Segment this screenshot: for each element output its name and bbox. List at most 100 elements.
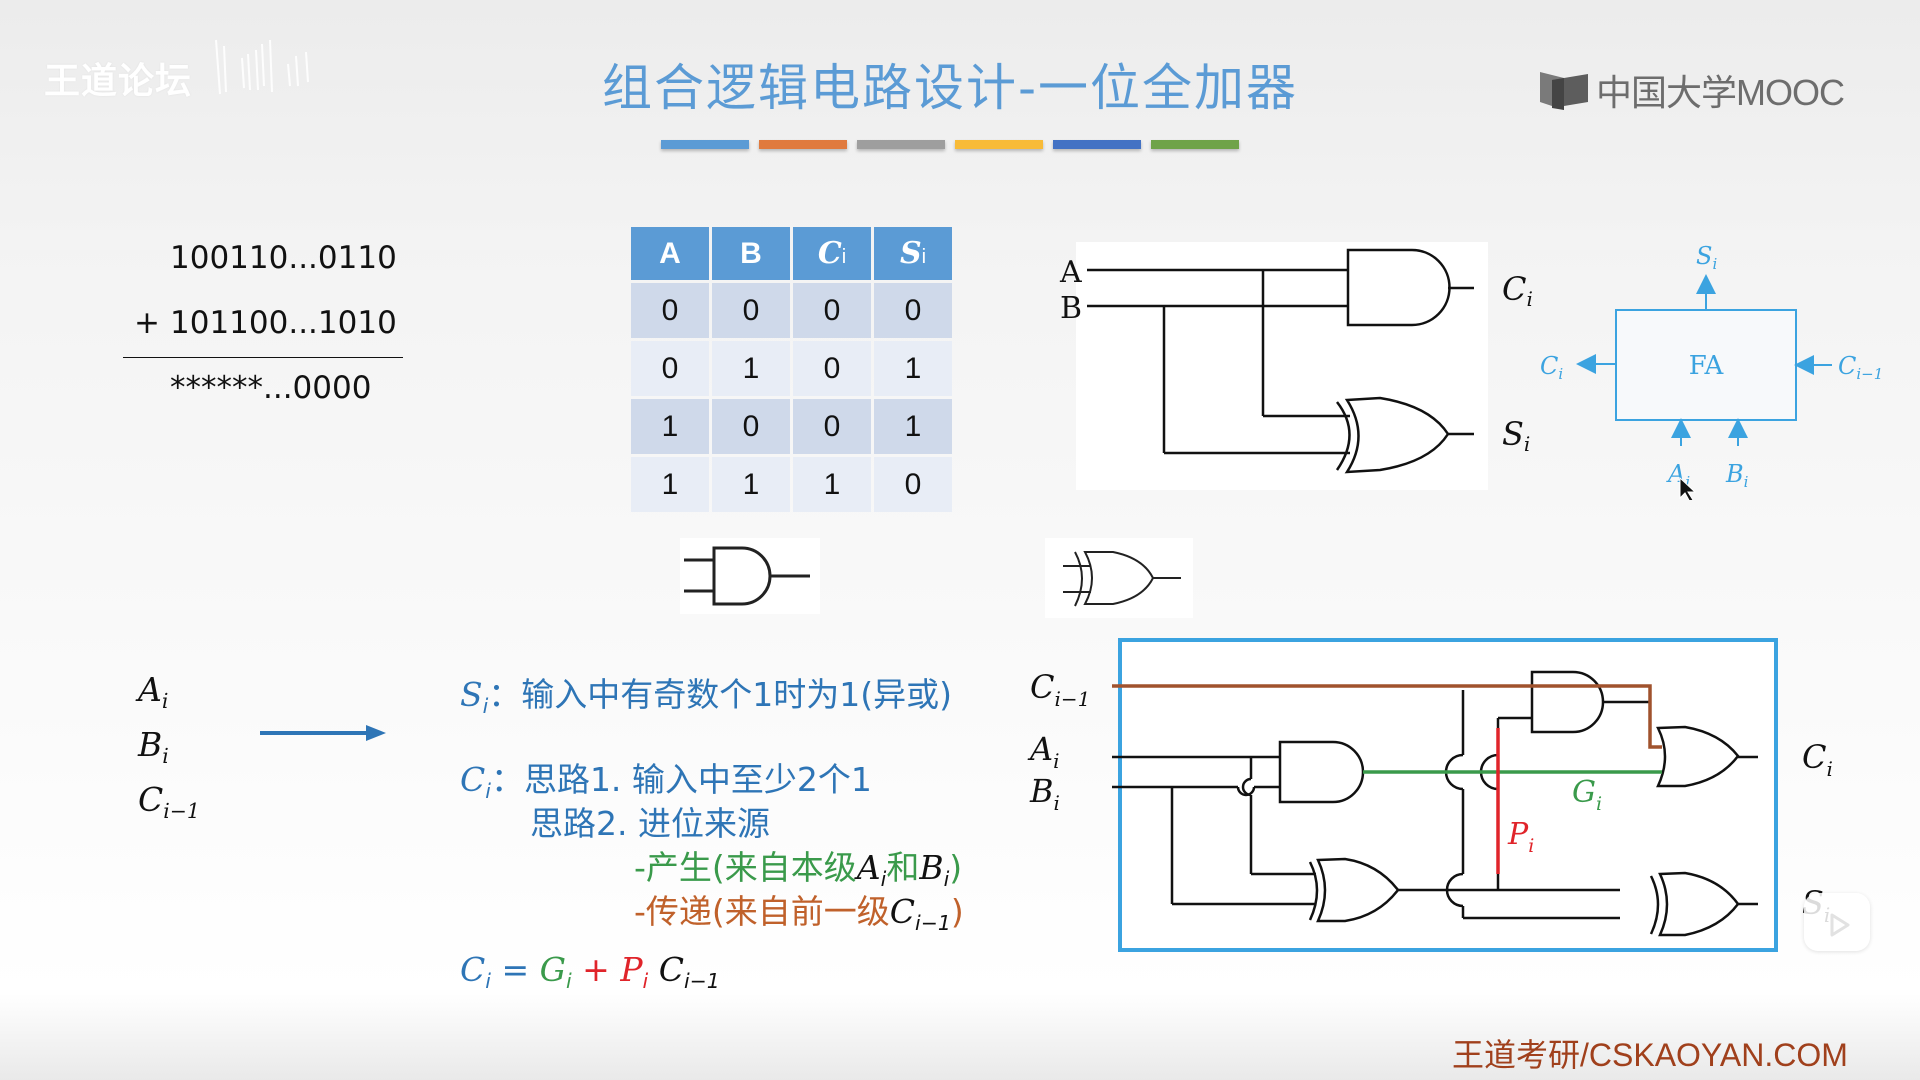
title-color-bar xyxy=(1151,140,1239,149)
sum-rule-s-main: S xyxy=(460,675,483,714)
formula-c-sub: i−1 xyxy=(683,969,720,994)
truth-table-cell: 0 xyxy=(793,341,871,396)
carry-generate: -产生(来自本级Ai和Bi) xyxy=(634,841,962,891)
full-adder-circuit: Ci−1 Ai Bi Ci Si Gi Pi xyxy=(1027,638,1833,952)
circuit-label-ai: Ai xyxy=(1027,730,1060,773)
circuit-bi-main: B xyxy=(1029,772,1054,810)
fa-label: FA xyxy=(1689,351,1725,381)
fa-si-main: S xyxy=(1696,242,1712,270)
title-color-bar xyxy=(759,140,847,149)
circuit-bi-sub: i xyxy=(1054,791,1060,815)
header-si-main: S xyxy=(899,236,922,271)
play-icon xyxy=(1824,895,1852,937)
circuit-gi-main: G xyxy=(1572,775,1596,810)
input-bi: Bi xyxy=(138,725,169,769)
header-ci-sub: i xyxy=(841,246,847,268)
generate-a-main: A xyxy=(856,848,881,887)
circuit-ci-sub: i xyxy=(1826,757,1832,781)
input-ai: Ai xyxy=(138,670,169,714)
header-ci-main: C xyxy=(817,236,842,271)
half-adder-label-a: A xyxy=(1059,255,1082,290)
truth-table-cell: 1 xyxy=(712,341,790,396)
title-color-bar xyxy=(661,140,749,149)
header-b: B xyxy=(712,227,790,280)
fa-ci-sub: i xyxy=(1558,365,1563,383)
truth-table-row: 1110 xyxy=(631,457,952,512)
fa-block-diagram: FA Si Ci Ci−1 Ai Bi xyxy=(1540,242,1883,500)
input-ci-1: Ci−1 xyxy=(138,780,200,824)
formula-c-main: C xyxy=(658,950,684,989)
truth-table-cell: 0 xyxy=(712,283,790,338)
fa-bi-sub: i xyxy=(1744,473,1749,491)
truth-table-cell: 0 xyxy=(874,283,952,338)
truth-table-cell: 0 xyxy=(793,399,871,454)
fa-si-sub: i xyxy=(1712,255,1717,273)
truth-table-row: 0000 xyxy=(631,283,952,338)
truth-table: A B Ci Si 0000010110011110 xyxy=(628,224,955,515)
formula-g-sub: i xyxy=(565,969,572,994)
formula-plus: + xyxy=(582,950,610,989)
truth-table-cell: 1 xyxy=(793,457,871,512)
title-color-bar xyxy=(955,140,1043,149)
inputs-list: Ai Bi Ci−1 xyxy=(138,668,200,833)
header-si: Si xyxy=(874,227,952,280)
xor-gate-sample xyxy=(1045,538,1193,618)
fa-ci-label: Ci xyxy=(1540,352,1563,383)
title-color-bar xyxy=(1053,140,1141,149)
carry-rule-text1: ：思路1. 输入中至少2个1 xyxy=(490,760,872,799)
propagate-c-sub: i−1 xyxy=(915,911,951,936)
header-a: A xyxy=(631,227,709,280)
truth-table-cell: 1 xyxy=(631,457,709,512)
fa-ci-main: C xyxy=(1540,352,1558,380)
carry-propagate: -传递(来自前一级Ci−1) xyxy=(634,885,964,935)
truth-table-row: 1001 xyxy=(631,399,952,454)
circuit-ai-main: A xyxy=(1027,730,1053,768)
truth-table-cell: 0 xyxy=(631,341,709,396)
circuit-ai-sub: i xyxy=(1053,749,1059,773)
carry-formula: Ci = Gi + Pi Ci−1 xyxy=(460,950,720,993)
fa-si-label: Si xyxy=(1696,242,1717,273)
addition-operator: + xyxy=(134,305,160,341)
formula-p-sub: i xyxy=(642,969,649,994)
circuit-label-ci-1: Ci−1 xyxy=(1030,668,1090,711)
header-b-text: B xyxy=(740,236,762,270)
title-color-bars xyxy=(661,140,1239,149)
header-a-text: A xyxy=(659,236,681,270)
and-gate-sample xyxy=(680,538,820,614)
propagate-c-main: C xyxy=(889,892,916,931)
truth-table-cell: 1 xyxy=(874,399,952,454)
generate-b-main: B xyxy=(919,848,944,887)
formula-p-main: P xyxy=(620,950,643,989)
addition-operand1: 100110...0110 xyxy=(170,240,397,276)
header-si-sub: i xyxy=(921,246,927,268)
formula-g-main: G xyxy=(539,950,566,989)
addition-operand2: 101100...1010 xyxy=(170,305,397,341)
fa-ci-1-sub: i−1 xyxy=(1856,365,1883,383)
circuit-pi-main: P xyxy=(1507,817,1529,852)
carry-rule-2: 思路2. 进位来源 xyxy=(530,804,770,843)
circuit-ci-1-sub: i−1 xyxy=(1054,687,1090,711)
formula-eq: = xyxy=(501,950,530,989)
circuit-pi-sub: i xyxy=(1528,835,1534,857)
mooc-logo-text: 中国大学MOOC xyxy=(1596,72,1845,113)
fa-bi-main: B xyxy=(1725,460,1744,488)
truth-table-cell: 0 xyxy=(793,283,871,338)
circuit-label-ci: Ci xyxy=(1802,738,1833,781)
formula-lhs-sub: i xyxy=(485,969,491,994)
truth-table-header-row: A B Ci Si xyxy=(631,227,952,280)
truth-table-cell: 1 xyxy=(712,457,790,512)
sum-rule: Si：输入中有奇数个1时为1(异或) xyxy=(460,668,952,718)
circuit-gi-sub: i xyxy=(1596,793,1602,815)
and-gate-icon xyxy=(1346,248,1451,327)
fa-bi-label: Bi xyxy=(1725,460,1749,491)
title-color-bar xyxy=(857,140,945,149)
sum-rule-text: ：输入中有奇数个1时为1(异或) xyxy=(488,675,953,714)
truth-table-row: 0101 xyxy=(631,341,952,396)
truth-table-cell: 0 xyxy=(874,457,952,512)
propagate-suffix: ) xyxy=(950,892,964,931)
and-gate-carry-icon xyxy=(1530,670,1605,734)
truth-table-cell: 0 xyxy=(631,283,709,338)
half-adder-label-b: B xyxy=(1060,291,1082,326)
video-play-button[interactable] xyxy=(1804,893,1870,951)
circuit-label-bi: Bi xyxy=(1029,772,1060,815)
